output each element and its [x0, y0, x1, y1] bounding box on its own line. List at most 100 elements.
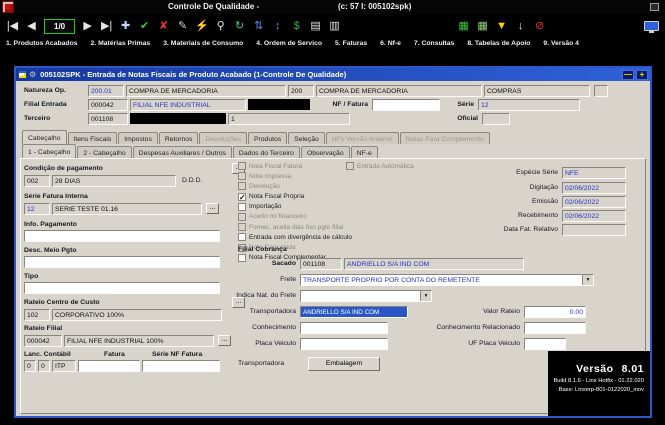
filial-code-field[interactable]: 000042 — [88, 99, 128, 111]
menu-ordem-servico[interactable]: 4. Ordem de Servico — [256, 38, 322, 50]
tipo-field[interactable] — [24, 282, 220, 294]
filial-desc-field[interactable]: FILIAL NFE INDUSTRIAL — [130, 99, 246, 111]
minimize-button[interactable]: — — [622, 70, 634, 80]
grid-alt-icon[interactable]: ▦ — [476, 16, 489, 36]
menu-consultas[interactable]: 7. Consultas — [414, 38, 454, 50]
nav-first-icon[interactable]: |◀ — [6, 16, 19, 36]
desc-meio-pgto-field[interactable] — [24, 256, 220, 268]
tab-itens-fiscais[interactable]: Itens Fiscais — [68, 132, 118, 144]
edit-icon[interactable]: ✎ — [176, 16, 189, 36]
tab-produtos[interactable]: Produtos — [248, 132, 287, 144]
checkbox-fornec-dias-fixo[interactable]: Fornec. aceita dias fixo pgto filial — [238, 223, 352, 231]
restore-button[interactable]: + — [636, 70, 648, 80]
sacado-code-field[interactable]: 001108 — [300, 258, 342, 270]
checkbox-box[interactable] — [238, 203, 246, 211]
menu-faturas[interactable]: 5. Faturas — [335, 38, 367, 50]
confirm-icon[interactable]: ✔ — [138, 16, 151, 36]
sort-icon[interactable]: ↕ — [271, 16, 284, 36]
nav-next-icon[interactable]: ▶ — [81, 16, 94, 36]
menu-versao-4[interactable]: 9. Versão 4 — [543, 38, 579, 50]
search-icon[interactable]: ⚲ — [214, 16, 227, 36]
stop-icon[interactable]: ⊘ — [533, 16, 546, 36]
subtab-despesas[interactable]: Despesas Auxiliares / Outros — [133, 146, 232, 158]
checkbox-devolucao[interactable]: Devolução — [238, 182, 352, 190]
natureza-code-right-field[interactable]: 200 — [288, 85, 314, 97]
nav-last-icon[interactable]: ▶| — [100, 16, 113, 36]
redacted-field[interactable] — [130, 113, 226, 124]
refresh-icon[interactable]: ↻ — [233, 16, 246, 36]
checkbox-box[interactable] — [238, 223, 246, 231]
wrench-icon[interactable]: ⚙ — [29, 70, 36, 79]
valor-rateio-field[interactable]: 0.00 — [524, 306, 586, 318]
oficial-field[interactable] — [482, 113, 510, 125]
emissao-field[interactable]: 02/06/2022 — [562, 196, 626, 208]
condicao-desc-field[interactable]: 28 DIAS — [52, 175, 176, 187]
checkbox-box[interactable] — [346, 162, 354, 170]
serie-fatura-code-field[interactable]: 12 — [24, 203, 50, 215]
terminal-icon[interactable] — [644, 21, 659, 31]
conhecimento-relacionado-field[interactable] — [524, 322, 586, 334]
finance-icon[interactable]: $ — [290, 16, 303, 36]
serie-nf-fatura-field[interactable] — [142, 360, 220, 372]
chevron-down-icon[interactable]: ▼ — [582, 275, 593, 285]
terceiro-qty-field[interactable]: 1 — [228, 113, 350, 125]
nf-fatura-field[interactable] — [372, 99, 440, 111]
grid-icon[interactable]: ▦ — [457, 16, 470, 36]
info-pagamento-field[interactable] — [24, 230, 220, 242]
subtab-2-cabecalho[interactable]: 2 - Cabeçalho — [77, 146, 131, 158]
checkbox-box[interactable] — [238, 182, 246, 190]
tab-impostos[interactable]: Impostos — [118, 132, 158, 144]
checkbox-box[interactable] — [238, 193, 246, 201]
natureza-flag-field[interactable] — [594, 85, 608, 97]
frete-dropdown[interactable]: TRANSPORTE PRÓPRIO POR CONTA DO REMETENT… — [300, 274, 594, 286]
fatura-field[interactable] — [78, 360, 140, 372]
digitacao-field[interactable]: 02/06/2022 — [562, 182, 626, 194]
checkbox-nota-fiscal-propria[interactable]: Nota Fiscal Própria — [238, 193, 352, 201]
lanc-field-2[interactable]: 0 — [38, 360, 50, 372]
report-icon[interactable]: ▤ — [309, 16, 322, 36]
move-rows-icon[interactable]: ⇅ — [252, 16, 265, 36]
checkbox-entrada-automatica[interactable]: Entrada Automática — [346, 162, 414, 170]
rateio-cc-code-field[interactable]: 102 — [24, 309, 50, 321]
sacado-name-field[interactable]: ANDRIELLO S/A IND COM — [344, 258, 524, 270]
natureza-desc-right-field[interactable]: COMPRA DE MERCADORIA — [316, 85, 482, 97]
checkbox-box[interactable] — [238, 233, 246, 241]
checkbox-box[interactable] — [238, 213, 246, 221]
menu-materias-primas[interactable]: 2. Matérias Primas — [91, 38, 151, 50]
document-icon[interactable]: ▥ — [328, 16, 341, 36]
natureza-desc-field[interactable]: COMPRA DE MERCADORIA — [126, 85, 286, 97]
menu-tabelas-apoio[interactable]: 8. Tabelas de Apoio — [467, 38, 530, 50]
data-fat-relativo-field[interactable] — [562, 224, 626, 236]
window-corner-icon[interactable] — [650, 3, 659, 11]
condicao-code-field[interactable]: 002 — [24, 175, 50, 187]
tab-nfs-versao-anterior[interactable]: NFs Versão Anterior — [326, 132, 399, 144]
serie-field[interactable]: 12 — [478, 99, 580, 111]
terceiro-code-field[interactable]: 001108 — [88, 113, 128, 125]
subtab-1-cabecalho[interactable]: 1 - Cabeçalho — [22, 144, 76, 158]
subtab-observacao[interactable]: Observação — [301, 146, 350, 158]
natureza-group-field[interactable]: COMPRAS — [484, 85, 590, 97]
checkbox-box[interactable] — [238, 172, 246, 180]
tab-notas-para-complemento[interactable]: Notas Para Complemento — [400, 132, 490, 144]
conhecimento-field[interactable] — [300, 322, 388, 334]
transportadora-field[interactable]: ANDRIELLO S/A IND COM — [300, 306, 408, 318]
tab-retornos[interactable]: Retornos — [159, 132, 199, 144]
lanc-field-1[interactable]: 0 — [24, 360, 36, 372]
menu-materiais-consumo[interactable]: 3. Materiais de Consumo — [163, 38, 243, 50]
menu-produtos-acabados[interactable]: 1. Produtos Acabados — [6, 38, 78, 50]
checkbox-importacao[interactable]: Importação — [238, 203, 352, 211]
rateio-filial-desc-field[interactable]: FILIAL NFE INDUSTRIAL 100% — [64, 335, 214, 347]
subtab-nfe[interactable]: NF-e — [351, 146, 378, 158]
menu-nfe[interactable]: 6. Nf-e — [380, 38, 401, 50]
redacted-field[interactable] — [248, 99, 310, 110]
checkbox-nota-impressa[interactable]: Nota Impressa — [238, 172, 352, 180]
indica-nat-frete-dropdown[interactable]: ▼ — [300, 290, 432, 302]
checkbox-box[interactable] — [238, 162, 246, 170]
subtab-dados-terceiro[interactable]: Dados do Terceiro — [233, 146, 300, 158]
recebimento-field[interactable]: 02/06/2022 — [562, 210, 626, 222]
execute-icon[interactable]: ⚡ — [195, 16, 208, 36]
rateio-cc-desc-field[interactable]: CORPORATIVO 100% — [52, 309, 222, 321]
cancel-icon[interactable]: ✘ — [157, 16, 170, 36]
filter-icon[interactable]: ▼ — [495, 16, 508, 36]
especie-serie-field[interactable]: NFE — [562, 167, 626, 179]
